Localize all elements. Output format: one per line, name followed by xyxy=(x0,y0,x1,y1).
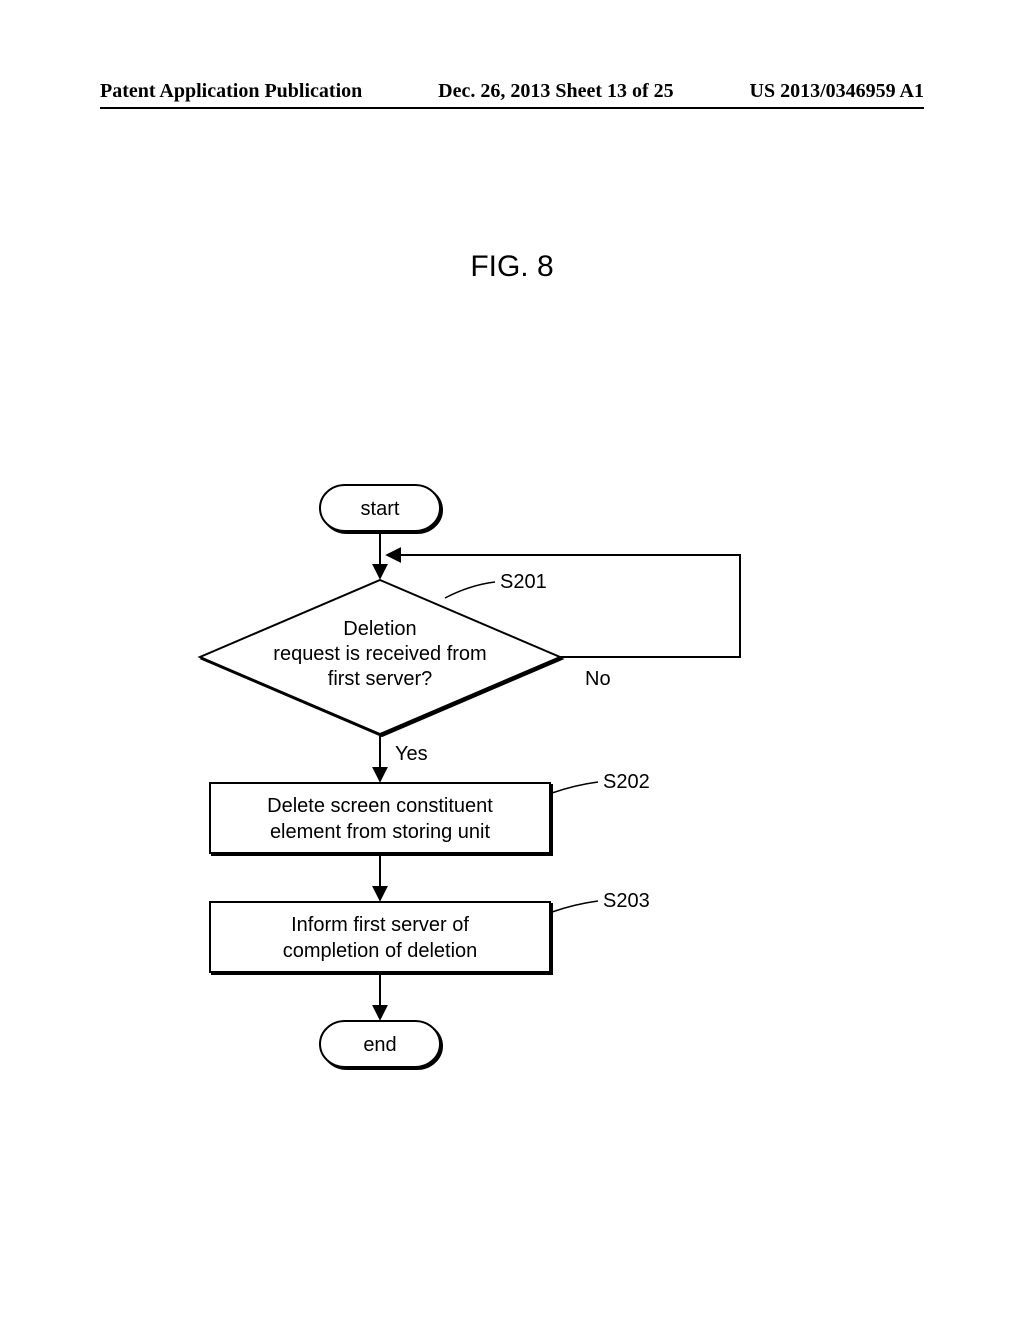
leader-s203 xyxy=(552,901,598,912)
s202-line2: element from storing unit xyxy=(270,821,491,843)
label-s202: S202 xyxy=(603,771,650,793)
decision-line2: request is received from xyxy=(273,643,486,665)
flowchart-svg: start Deletion request is received from … xyxy=(0,0,1024,1320)
s203-line1: Inform first server of xyxy=(291,914,469,936)
decision-line1: Deletion xyxy=(343,618,416,640)
page: Patent Application Publication Dec. 26, … xyxy=(0,0,1024,1320)
label-yes: Yes xyxy=(395,743,428,765)
label-s203: S203 xyxy=(603,890,650,912)
label-no: No xyxy=(585,668,611,690)
decision-line3: first server? xyxy=(328,668,432,690)
start-label: start xyxy=(361,498,400,520)
leader-s201 xyxy=(445,582,495,598)
label-s201: S201 xyxy=(500,571,547,593)
s202-line1: Delete screen constituent xyxy=(267,795,493,817)
s203-line2: completion of deletion xyxy=(283,940,478,962)
end-label: end xyxy=(363,1034,396,1056)
leader-s202 xyxy=(552,782,598,793)
